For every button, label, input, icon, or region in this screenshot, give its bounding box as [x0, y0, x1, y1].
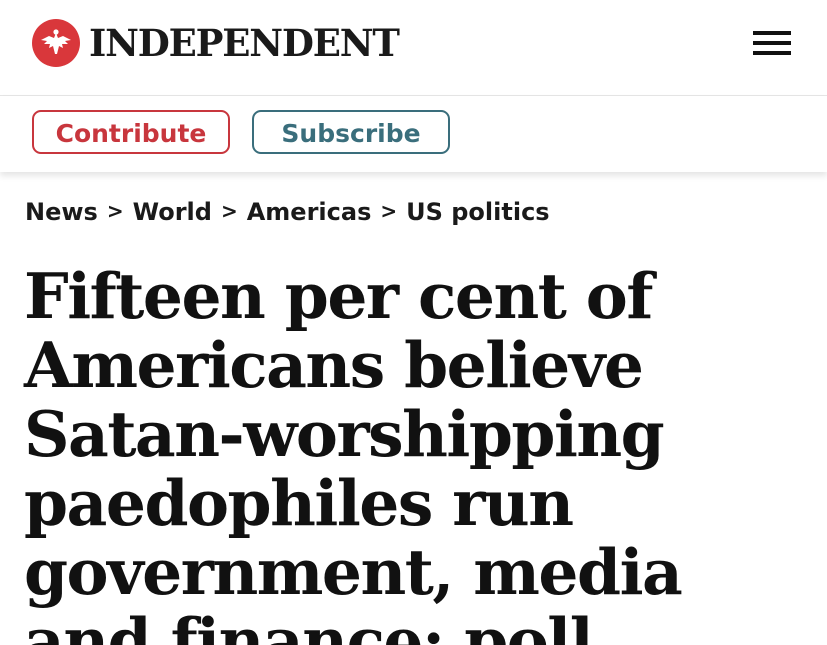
menu-bar	[753, 31, 791, 35]
breadcrumb-separator: >	[220, 199, 238, 223]
menu-bar	[753, 41, 791, 45]
breadcrumb-link-news[interactable]: News	[25, 198, 98, 226]
contribute-button[interactable]: Contribute	[32, 110, 230, 154]
breadcrumb-separator: >	[106, 199, 124, 223]
hamburger-menu-icon[interactable]	[753, 28, 791, 58]
site-logo[interactable]: INDEPENDENT	[32, 19, 400, 67]
subscribe-button[interactable]: Subscribe	[252, 110, 450, 154]
breadcrumb: News > World > Americas > US politics	[25, 198, 550, 226]
breadcrumb-link-americas[interactable]: Americas	[247, 198, 372, 226]
action-bar: Contribute Subscribe	[0, 96, 827, 172]
brand-wordmark: INDEPENDENT	[89, 21, 400, 65]
breadcrumb-link-world[interactable]: World	[133, 198, 212, 226]
breadcrumb-separator: >	[380, 199, 398, 223]
article-headline: Fifteen per cent of Americans believe Sa…	[24, 259, 683, 645]
breadcrumb-link-us-politics[interactable]: US politics	[406, 198, 549, 226]
eagle-icon	[32, 19, 80, 67]
menu-bar	[753, 51, 791, 55]
page: INDEPENDENT Contribute Subscribe News > Wo…	[0, 0, 827, 645]
site-header: INDEPENDENT	[0, 0, 827, 96]
